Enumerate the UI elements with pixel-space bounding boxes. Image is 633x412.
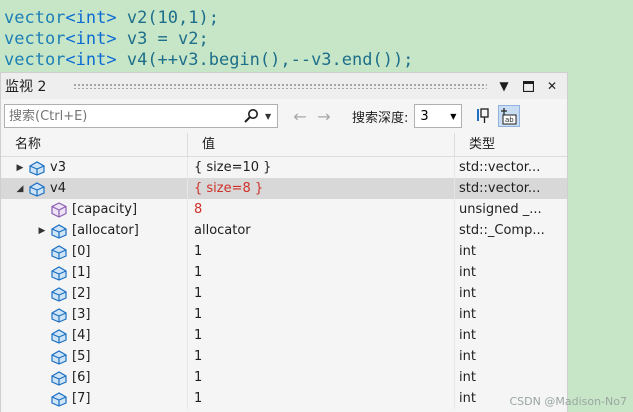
- row-type: int: [459, 307, 476, 322]
- search-dropdown-icon[interactable]: ▼: [265, 112, 277, 121]
- watch-row-element[interactable]: [4] 1 int: [1, 325, 567, 346]
- search-box[interactable]: ▼: [4, 104, 278, 128]
- variable-icon: [49, 369, 69, 387]
- watch-row-element[interactable]: [7] 1 int: [1, 388, 567, 409]
- row-name: [3]: [72, 307, 91, 322]
- row-type: int: [459, 370, 476, 385]
- window-position-dropdown-icon[interactable]: ▼: [495, 77, 513, 95]
- row-name: [0]: [72, 244, 91, 259]
- watch-toolbar: ▼ ← → 搜索深度: 3 ▼ ab: [1, 101, 567, 131]
- row-type: int: [459, 244, 476, 259]
- row-value[interactable]: 1: [188, 241, 455, 262]
- search-input[interactable]: [5, 108, 237, 124]
- watch-grid: 名称 值 类型 ▶ v3 { size=10 } std::vector... …: [1, 133, 567, 412]
- search-depth-value: 3: [420, 108, 429, 124]
- column-header-name[interactable]: 名称: [1, 133, 188, 156]
- row-name: [allocator]: [72, 223, 139, 238]
- expand-arrow-icon[interactable]: ▶: [35, 226, 49, 236]
- search-depth-select[interactable]: 3 ▼: [414, 104, 463, 128]
- field-icon: [49, 201, 69, 219]
- code-line-1: vector<int> v2(10,1);: [4, 8, 219, 28]
- variable-icon: [49, 390, 69, 408]
- row-value[interactable]: 1: [188, 325, 455, 346]
- close-icon[interactable]: ✕: [543, 77, 561, 95]
- variable-icon: [49, 264, 69, 282]
- row-name: v4: [50, 181, 66, 196]
- row-name: v3: [50, 160, 66, 175]
- row-type: int: [459, 286, 476, 301]
- row-value[interactable]: allocator: [188, 220, 455, 241]
- variable-icon: [27, 180, 47, 198]
- row-name: [capacity]: [72, 202, 138, 217]
- watch-row-element[interactable]: [6] 1 int: [1, 367, 567, 388]
- search-depth-label: 搜索深度:: [352, 110, 409, 126]
- column-header-type[interactable]: 类型: [455, 133, 565, 156]
- row-name: [5]: [72, 349, 91, 364]
- row-type: int: [459, 349, 476, 364]
- row-type: unsigned _...: [459, 202, 542, 217]
- row-type: std::_Comp...: [459, 223, 545, 238]
- watch-title: 监视 2: [5, 79, 47, 95]
- watch-row-element[interactable]: [2] 1 int: [1, 283, 567, 304]
- collapse-arrow-icon[interactable]: ◢: [13, 184, 27, 194]
- grid-header: 名称 值 类型: [1, 133, 567, 157]
- row-value[interactable]: 1: [188, 262, 455, 283]
- variable-icon: [49, 306, 69, 324]
- variable-icon: [27, 159, 47, 177]
- row-value[interactable]: { size=8 }: [188, 178, 455, 199]
- row-type: int: [459, 328, 476, 343]
- variable-icon: [49, 348, 69, 366]
- watch-row-v3[interactable]: ▶ v3 { size=10 } std::vector...: [1, 157, 567, 178]
- row-type: int: [459, 265, 476, 280]
- row-value[interactable]: { size=10 }: [188, 157, 455, 178]
- code-line-3: vector<int> v4(++v3.begin(),--v3.end());: [4, 50, 414, 70]
- search-back-arrow-icon[interactable]: ←: [288, 107, 312, 126]
- row-value[interactable]: 1: [188, 304, 455, 325]
- row-name: [7]: [72, 391, 91, 406]
- code-editor[interactable]: vector<int> v2(10,1); vector<int> v3 = v…: [0, 0, 633, 74]
- watch-row-capacity[interactable]: [capacity] 8 unsigned _...: [1, 199, 567, 220]
- watermark: CSDN @Madison-No7: [509, 395, 628, 408]
- row-name: [6]: [72, 370, 91, 385]
- row-value[interactable]: 1: [188, 283, 455, 304]
- row-value[interactable]: 8: [188, 199, 455, 220]
- drag-grip[interactable]: [73, 83, 487, 89]
- pin-icon[interactable]: [472, 105, 494, 127]
- search-forward-arrow-icon[interactable]: →: [312, 107, 336, 126]
- variable-icon: [49, 243, 69, 261]
- row-name: [2]: [72, 286, 91, 301]
- watch-row-element[interactable]: [3] 1 int: [1, 304, 567, 325]
- column-header-value[interactable]: 值: [188, 133, 455, 156]
- watch-row-v4[interactable]: ◢ v4 { size=8 } std::vector...: [1, 178, 567, 199]
- row-value[interactable]: 1: [188, 388, 455, 409]
- watch-row-element[interactable]: [5] 1 int: [1, 346, 567, 367]
- maximize-icon[interactable]: [519, 77, 537, 95]
- variable-icon: [49, 222, 69, 240]
- row-type: std::vector...: [459, 160, 541, 175]
- variable-icon: [49, 285, 69, 303]
- row-type: std::vector...: [459, 181, 541, 196]
- watch-window: 监视 2 ▼ ✕ ▼ ← → 搜索深度: 3 ▼ ab 名称: [0, 72, 568, 412]
- search-icon[interactable]: [237, 108, 265, 124]
- watch-row-element[interactable]: [0] 1 int: [1, 241, 567, 262]
- watch-title-bar[interactable]: 监视 2 ▼ ✕: [1, 73, 567, 99]
- row-name: [1]: [72, 265, 91, 280]
- code-line-2: vector<int> v3 = v2;: [4, 29, 209, 49]
- watch-row-allocator[interactable]: ▶ [allocator] allocator std::_Comp...: [1, 220, 567, 241]
- watch-row-element[interactable]: [1] 1 int: [1, 262, 567, 283]
- raw-view-icon[interactable]: ab: [498, 105, 521, 127]
- row-value[interactable]: 1: [188, 346, 455, 367]
- chevron-down-icon: ▼: [450, 111, 457, 121]
- row-name: [4]: [72, 328, 91, 343]
- variable-icon: [49, 327, 69, 345]
- svg-text:ab: ab: [505, 116, 514, 124]
- expand-arrow-icon[interactable]: ▶: [13, 163, 27, 173]
- row-value[interactable]: 1: [188, 367, 455, 388]
